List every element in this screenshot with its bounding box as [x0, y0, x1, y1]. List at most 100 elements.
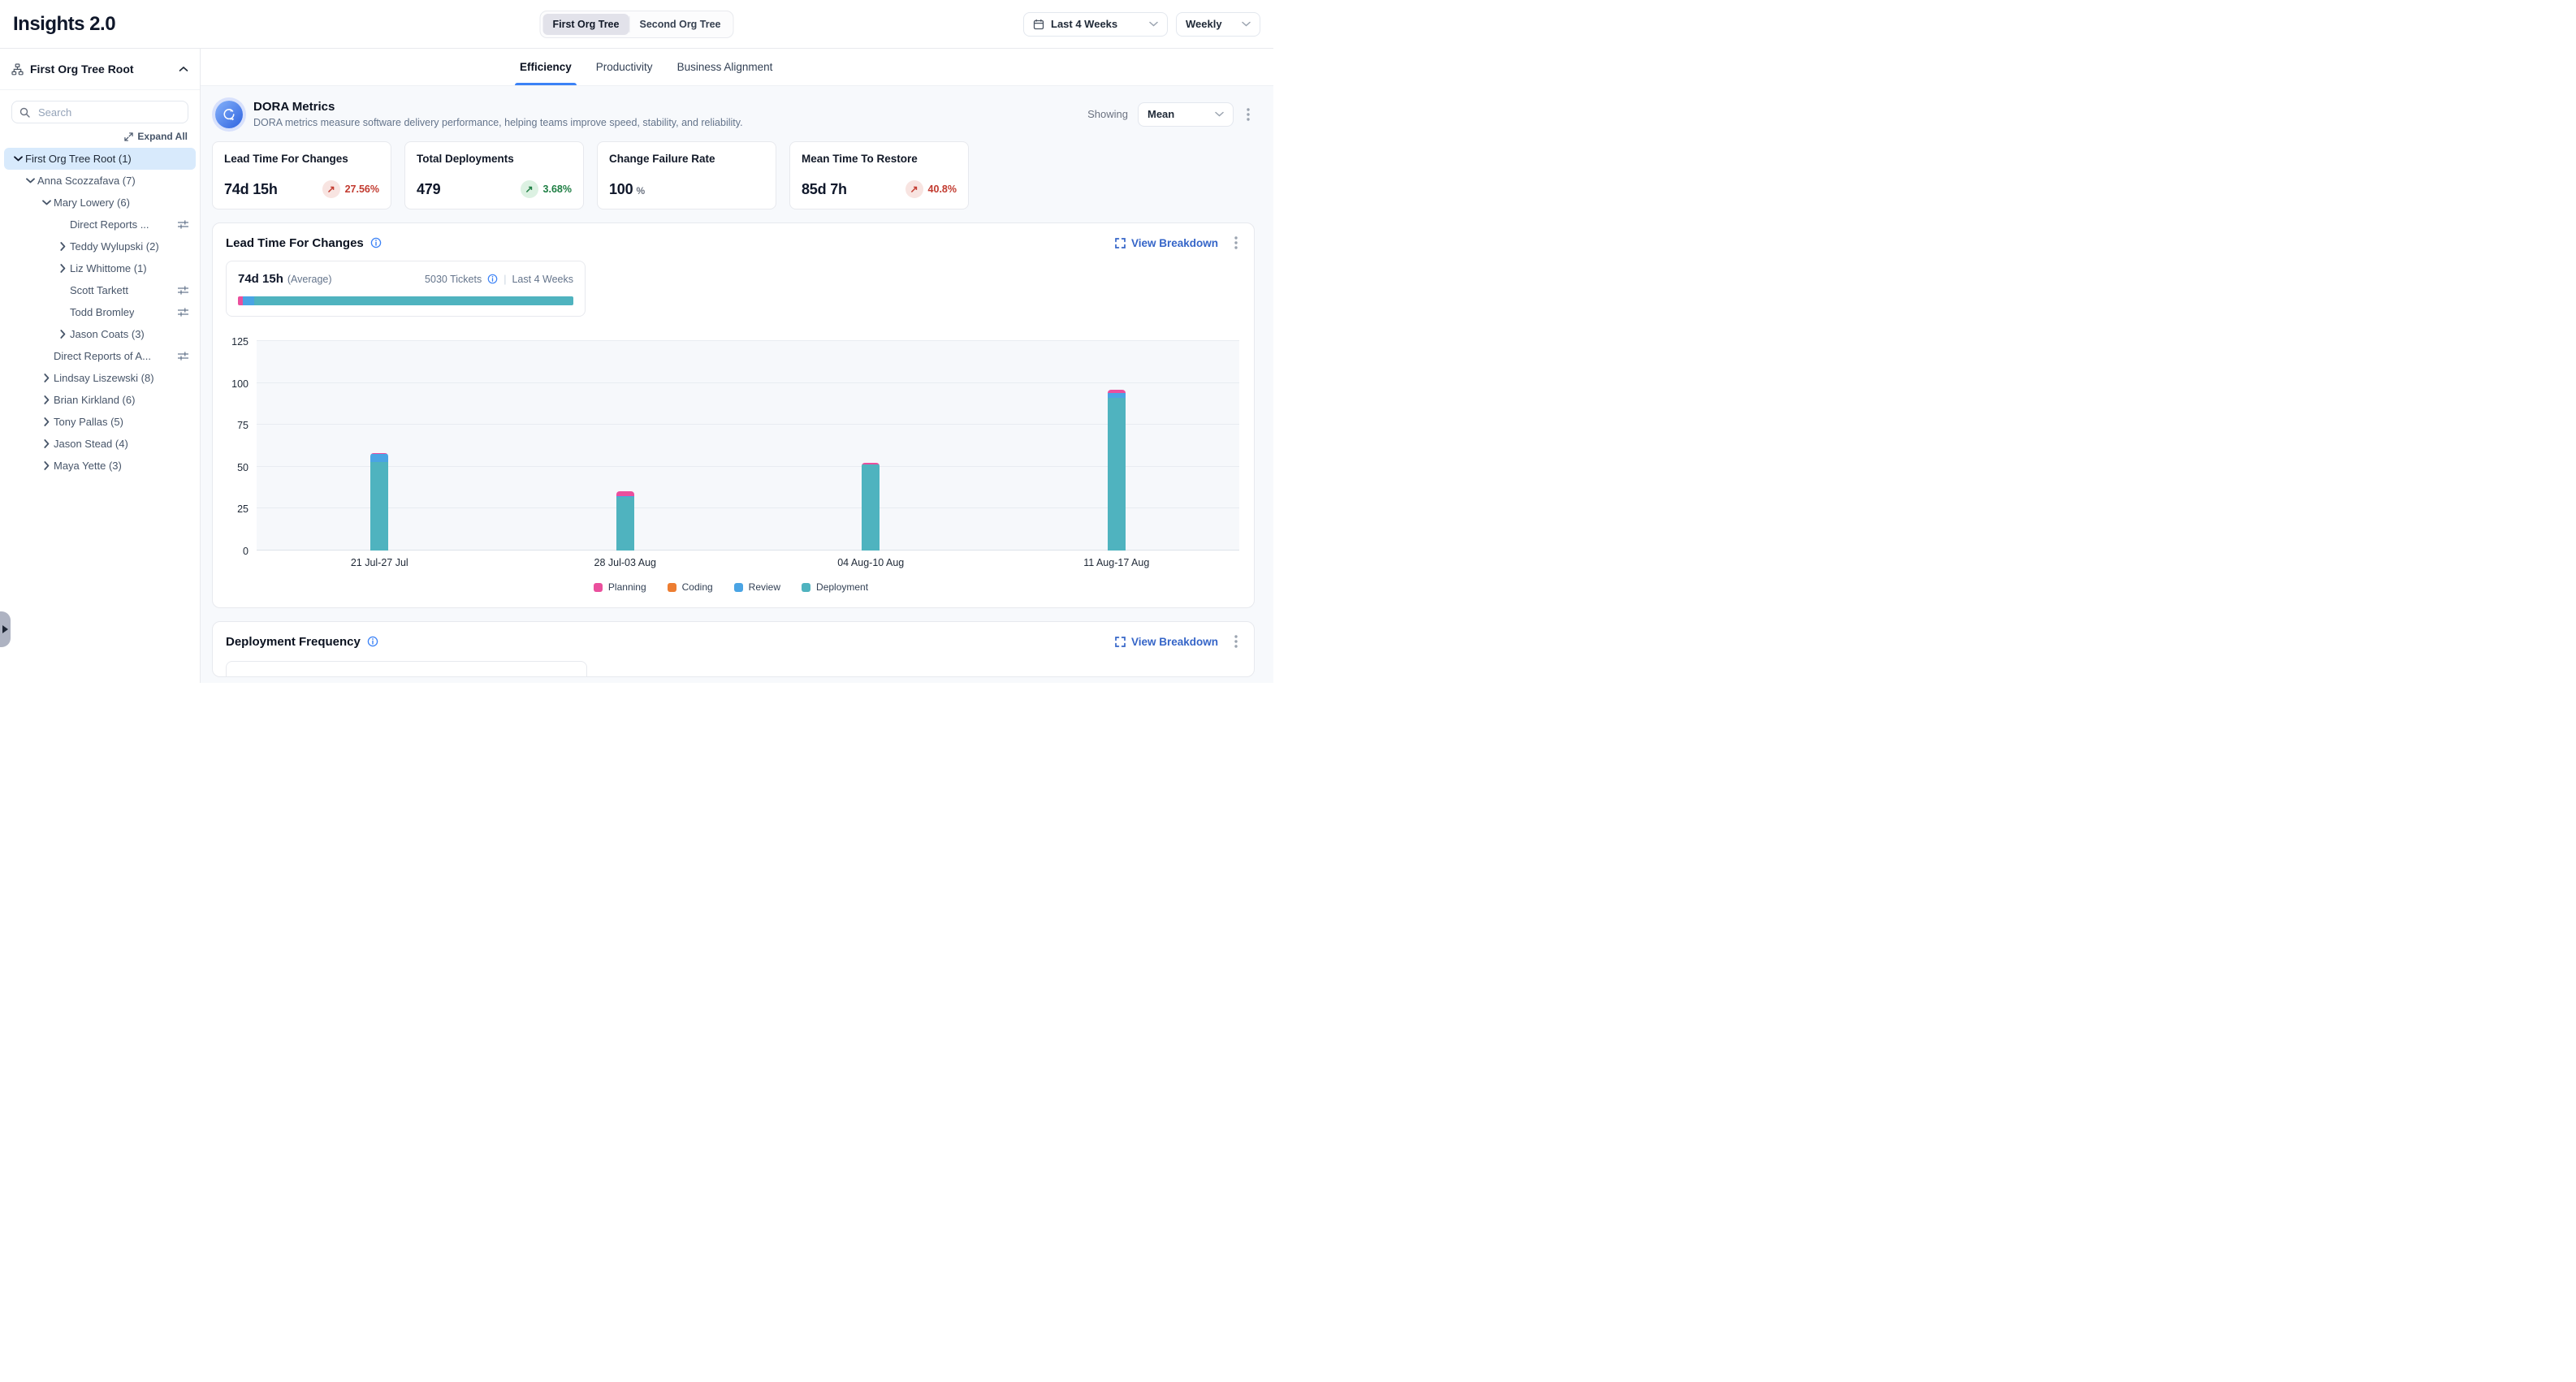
tree-item[interactable]: Maya Yette (3) — [0, 455, 200, 477]
legend-swatch — [734, 583, 743, 592]
collapse-tree-chevron-up-icon[interactable] — [179, 66, 188, 72]
tree-item[interactable]: Direct Reports of A... — [0, 345, 200, 367]
info-icon[interactable] — [487, 274, 498, 284]
stacked-bar[interactable] — [862, 463, 880, 551]
y-tick-label: 0 — [243, 546, 249, 557]
tree-item[interactable]: Direct Reports ... — [0, 214, 200, 235]
aggregation-select[interactable]: Mean — [1138, 102, 1234, 127]
tree-item-label: Brian Kirkland (6) — [54, 394, 135, 406]
filter-sliders-icon[interactable] — [177, 351, 189, 361]
tree-chevron-icon[interactable] — [11, 156, 25, 162]
tree-item[interactable]: Anna Scozzafava (7) — [0, 170, 200, 192]
dashboard-scroll-area: DORA Metrics DORA metrics measure softwa… — [201, 85, 1273, 683]
tree-item[interactable]: Scott Tarkett — [0, 279, 200, 301]
chevron-down-icon — [1149, 21, 1158, 27]
metric-title: Change Failure Rate — [609, 153, 764, 165]
tree-chevron-icon[interactable] — [55, 242, 70, 251]
distribution-segment-deployment — [254, 296, 573, 305]
tree-item-label: Tony Pallas (5) — [54, 416, 123, 428]
search-box[interactable] — [11, 101, 188, 123]
legend-item-review[interactable]: Review — [734, 581, 780, 593]
stacked-bar[interactable] — [370, 453, 388, 551]
chevron-down-icon — [1242, 21, 1251, 27]
tree-item[interactable]: First Org Tree Root (1) — [4, 148, 196, 170]
tree-chevron-icon[interactable] — [23, 178, 37, 184]
metric-delta-value: 3.68% — [543, 184, 572, 195]
org-tab-second[interactable]: Second Org Tree — [629, 14, 730, 35]
date-range-value: Last 4 Weeks — [1051, 18, 1117, 30]
lead-time-panel-controls: View Breakdown — [1115, 235, 1241, 251]
metric-unit: % — [636, 185, 645, 198]
tree-chevron-icon[interactable] — [39, 461, 54, 470]
y-axis: 0255075100125 — [223, 341, 257, 551]
expand-corners-icon — [1115, 637, 1126, 647]
tree-chevron-icon[interactable] — [55, 330, 70, 339]
tree-chevron-icon[interactable] — [39, 200, 54, 205]
tree-item[interactable]: Brian Kirkland (6) — [0, 389, 200, 411]
tree-item-label: Direct Reports of A... — [54, 350, 151, 362]
date-range-select[interactable]: Last 4 Weeks — [1023, 12, 1168, 37]
info-icon[interactable] — [370, 237, 382, 248]
expand-icon — [124, 132, 133, 141]
bar-segment-deployment — [616, 497, 634, 551]
summary-meta: 5030 Tickets | Last 4 Weeks — [425, 274, 573, 285]
deployment-frequency-title-group: Deployment Frequency — [226, 635, 378, 649]
tree-item[interactable]: Liz Whittome (1) — [0, 257, 200, 279]
lead-time-title-group: Lead Time For Changes — [226, 236, 382, 250]
tab-efficiency[interactable]: Efficiency — [520, 49, 572, 85]
legend-swatch — [802, 583, 810, 592]
deployment-frequency-kebab-menu[interactable] — [1231, 633, 1241, 650]
tree-item[interactable]: Teddy Wylupski (2) — [0, 235, 200, 257]
app-root: Insights 2.0 First Org Tree Second Org T… — [0, 0, 1273, 683]
tree-item[interactable]: Mary Lowery (6) — [0, 192, 200, 214]
metric-card: Mean Time To Restore 85d 7h ↗ 40.8% — [789, 141, 969, 209]
metric-title: Mean Time To Restore — [802, 153, 957, 165]
distribution-segment-review — [243, 296, 254, 305]
org-tab-first[interactable]: First Org Tree — [542, 14, 629, 35]
info-icon[interactable] — [367, 636, 378, 647]
legend-item-coding[interactable]: Coding — [668, 581, 713, 593]
view-breakdown-link[interactable]: View Breakdown — [1115, 237, 1218, 249]
granularity-value: Weekly — [1186, 18, 1222, 30]
granularity-select[interactable]: Weekly — [1176, 12, 1260, 37]
metric-title: Total Deployments — [417, 153, 572, 165]
stacked-bar[interactable] — [1108, 390, 1126, 551]
legend-item-deployment[interactable]: Deployment — [802, 581, 868, 593]
dora-kebab-menu[interactable] — [1243, 106, 1253, 123]
stacked-bar[interactable] — [616, 491, 634, 551]
expand-all-button[interactable]: Expand All — [12, 131, 188, 142]
tree-item[interactable]: Jason Coats (3) — [0, 323, 200, 345]
lead-time-panel-header: Lead Time For Changes View Breakdown — [213, 223, 1254, 256]
filter-sliders-icon[interactable] — [177, 307, 189, 317]
tree-chevron-icon[interactable] — [39, 439, 54, 448]
tree-item[interactable]: Tony Pallas (5) — [0, 411, 200, 433]
legend-label: Planning — [608, 581, 646, 593]
metric-delta-badge: ↗ 27.56% — [322, 180, 379, 198]
lead-time-kebab-menu[interactable] — [1231, 235, 1241, 251]
tab-business-alignment[interactable]: Business Alignment — [677, 49, 773, 85]
tree-item[interactable]: Lindsay Liszewski (8) — [0, 367, 200, 389]
trend-up-arrow-icon: ↗ — [521, 180, 538, 198]
filter-sliders-icon[interactable] — [177, 219, 189, 230]
tree-chevron-icon[interactable] — [39, 374, 54, 382]
gridline — [257, 507, 1239, 508]
tab-productivity[interactable]: Productivity — [596, 49, 653, 85]
tickets-count: 5030 Tickets — [425, 274, 482, 285]
tree-chevron-icon[interactable] — [39, 395, 54, 404]
chart-legend: Planning Coding Review Deployment — [223, 573, 1239, 607]
view-breakdown-link[interactable]: View Breakdown — [1115, 636, 1218, 648]
deployment-frequency-summary-card — [226, 661, 587, 676]
summary-top-row: 74d 15h (Average) 5030 Tickets | Last 4 … — [238, 272, 573, 286]
filter-sliders-icon[interactable] — [177, 285, 189, 296]
legend-item-planning[interactable]: Planning — [594, 581, 646, 593]
tree-chevron-icon[interactable] — [55, 264, 70, 273]
y-tick-label: 25 — [237, 503, 249, 515]
tree-chevron-icon[interactable] — [39, 417, 54, 426]
tree-item[interactable]: Todd Bromley — [0, 301, 200, 323]
summary-average-value: 74d 15h — [238, 272, 283, 286]
dora-title: DORA Metrics — [253, 100, 743, 114]
sidebar-collapse-handle[interactable] — [0, 611, 11, 647]
tree-item[interactable]: Jason Stead (4) — [0, 433, 200, 455]
search-input[interactable] — [37, 106, 180, 119]
metric-cards-row: Lead Time For Changes 74d 15h ↗ 27.56% T… — [212, 141, 1255, 209]
